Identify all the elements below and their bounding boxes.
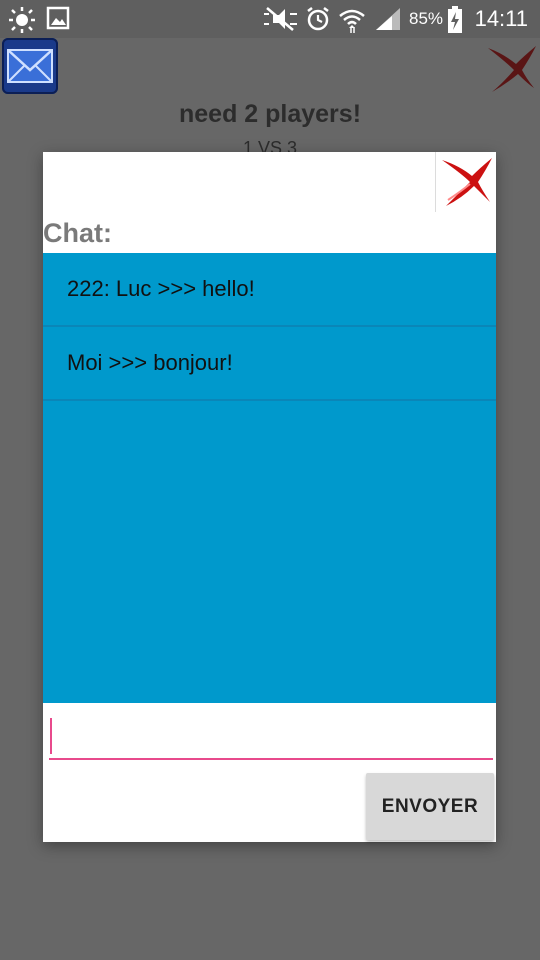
brightness-icon bbox=[9, 7, 35, 33]
text-cursor bbox=[50, 718, 52, 754]
send-button[interactable]: ENVOYER bbox=[366, 773, 494, 840]
dialog-close-button[interactable] bbox=[435, 152, 496, 212]
status-time: 14:11 bbox=[474, 6, 528, 31]
mail-icon[interactable] bbox=[2, 38, 58, 94]
chat-message-list[interactable]: 222: Luc >>> hello! Moi >>> bonjour! bbox=[43, 253, 496, 703]
status-bar: 85% 14:11 bbox=[0, 0, 540, 38]
chat-message: Moi >>> bonjour! bbox=[43, 327, 496, 401]
image-icon bbox=[46, 6, 70, 30]
chat-message: 222: Luc >>> hello! bbox=[43, 253, 496, 327]
chat-title: Chat: bbox=[43, 218, 112, 248]
signal-icon bbox=[376, 8, 400, 30]
battery-charging-icon bbox=[448, 6, 462, 33]
close-icon bbox=[442, 158, 492, 206]
chat-dialog: Chat: 222: Luc >>> hello! Moi >>> bonjou… bbox=[43, 152, 496, 842]
game-title: need 2 players! bbox=[178, 100, 362, 128]
battery-percent: 85% bbox=[409, 9, 444, 28]
mute-icon bbox=[264, 7, 297, 31]
wifi-icon bbox=[339, 9, 365, 33]
chat-message-text: Moi >>> bonjour! bbox=[67, 350, 233, 375]
alarm-icon bbox=[307, 7, 329, 31]
chat-message-text: 222: Luc >>> hello! bbox=[67, 276, 255, 301]
chat-message-input[interactable] bbox=[49, 716, 493, 760]
close-icon[interactable] bbox=[482, 40, 538, 96]
